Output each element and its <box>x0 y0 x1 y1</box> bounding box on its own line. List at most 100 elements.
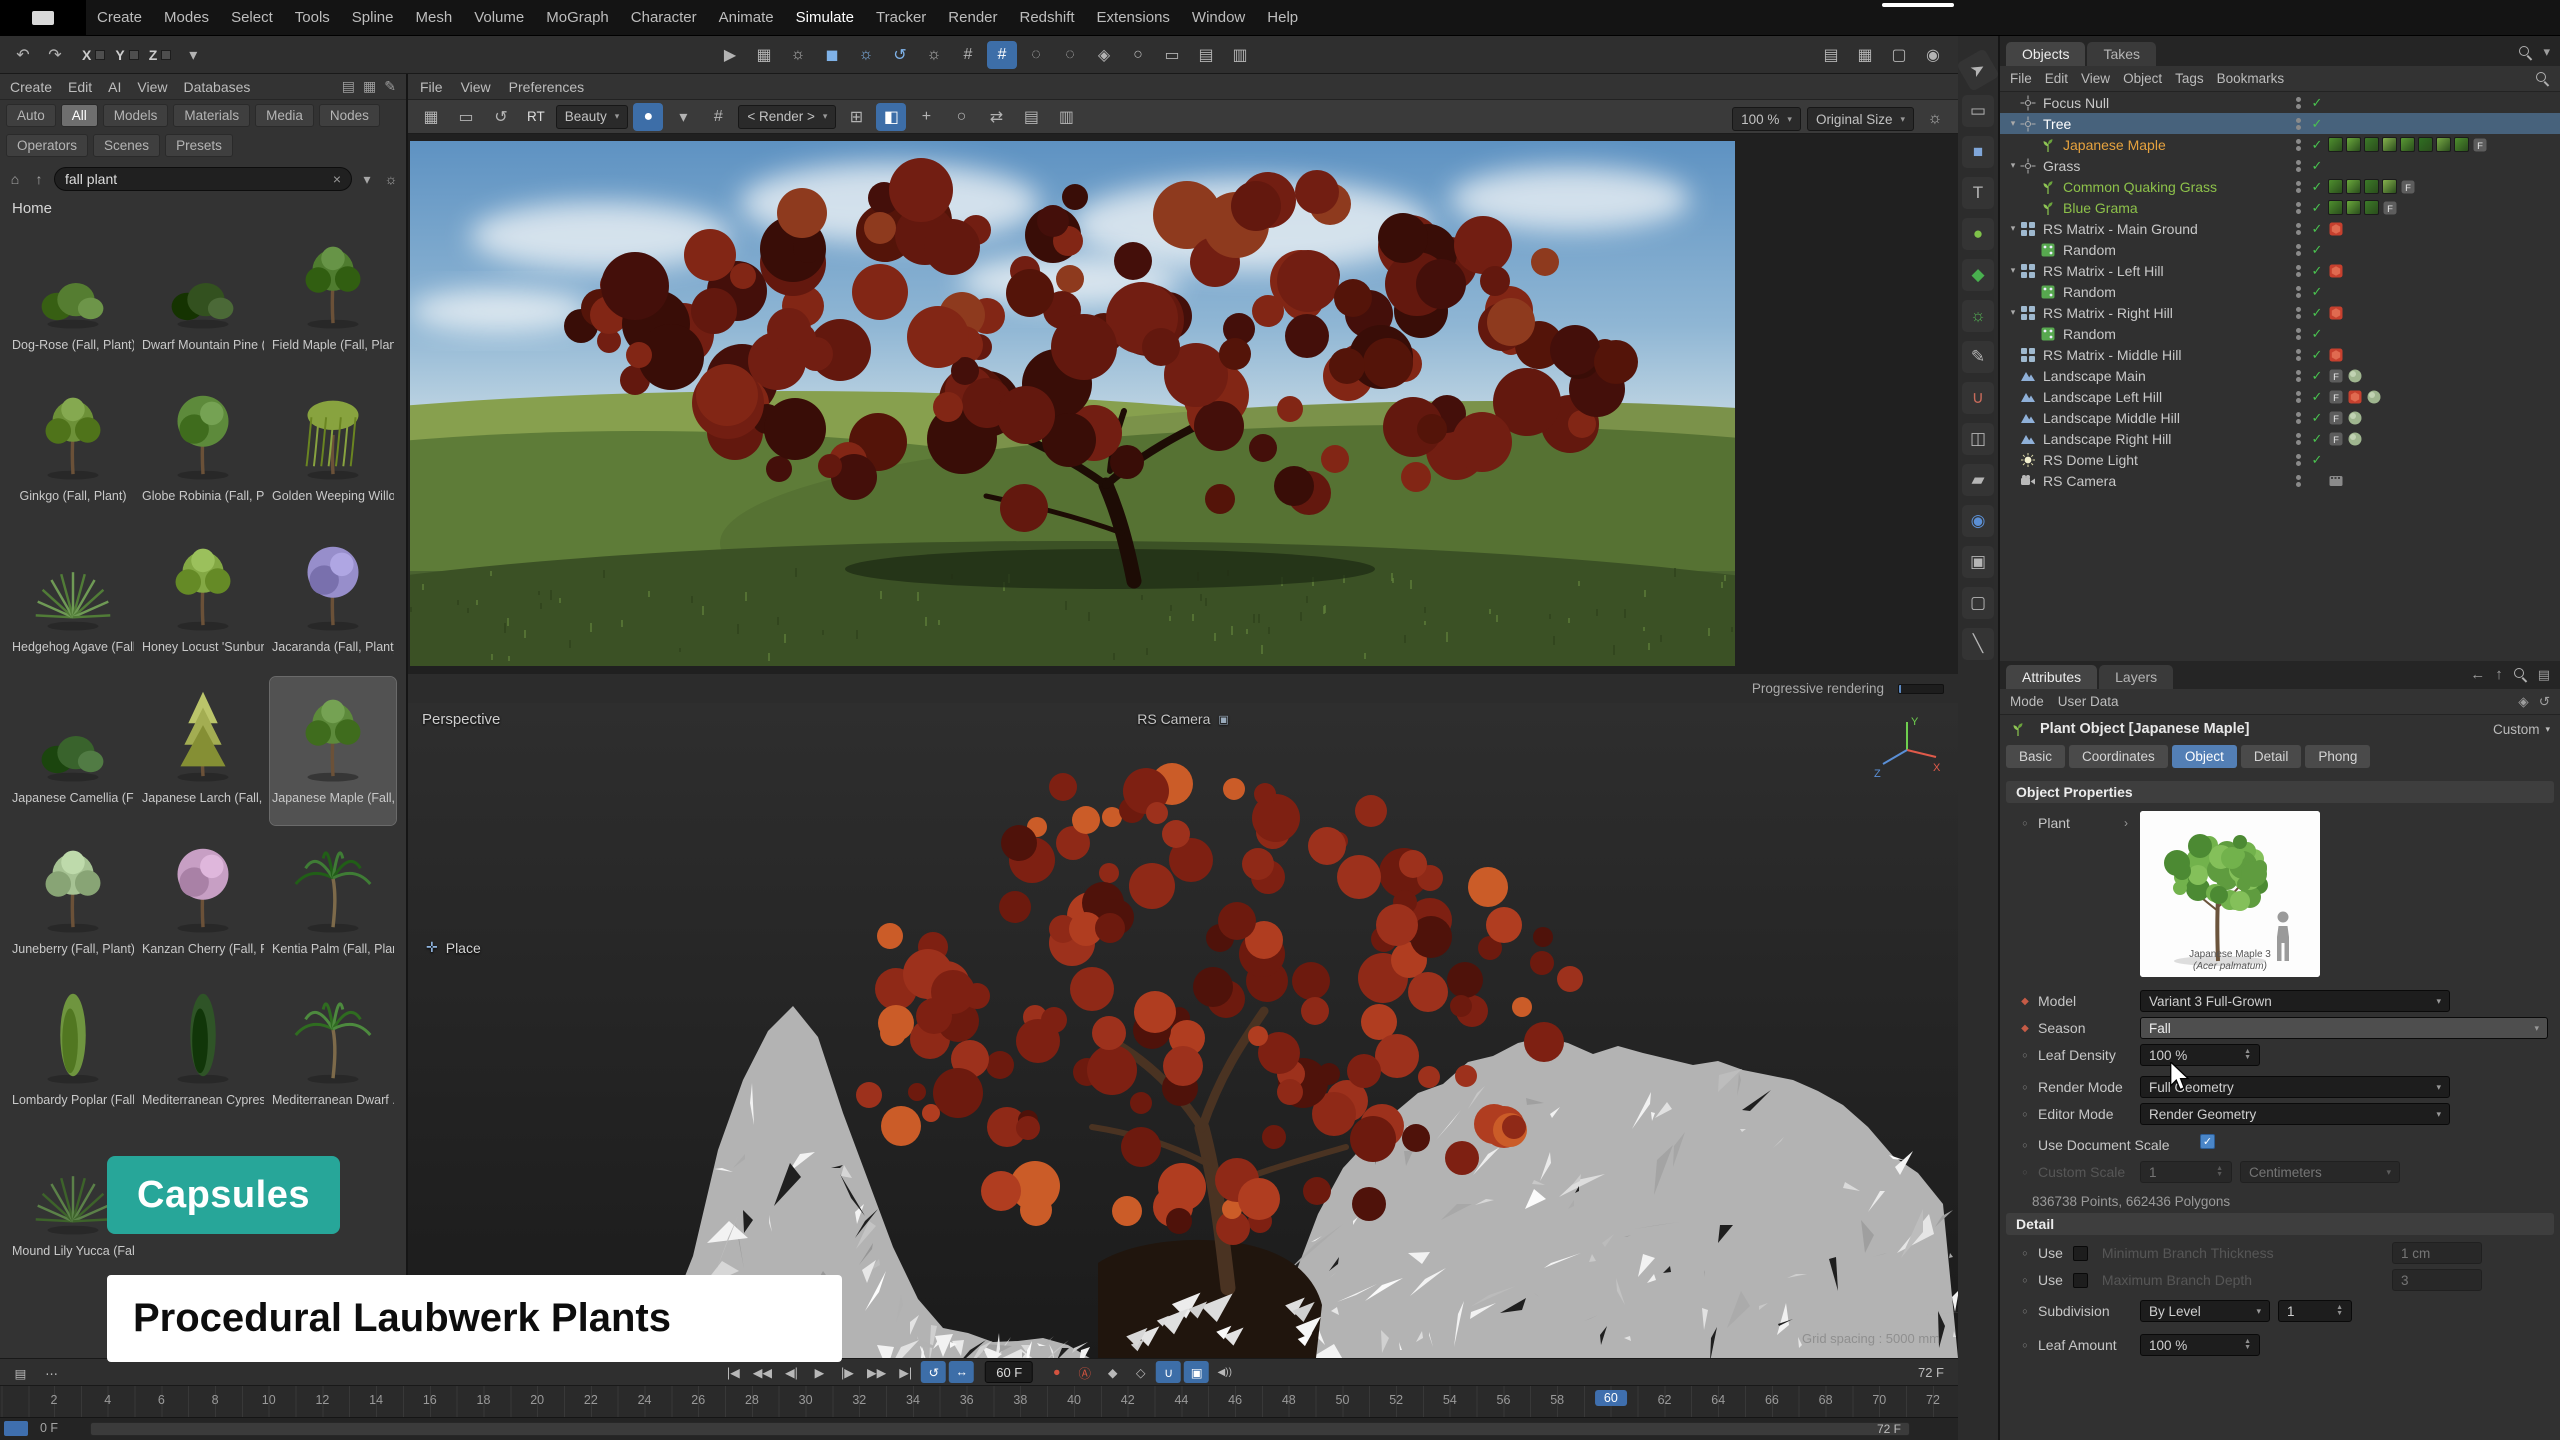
attr-search-icon[interactable] <box>2513 667 2528 682</box>
plant-dot[interactable]: ○ <box>2018 818 2032 828</box>
asset-item-japanese-larch-fall[interactable]: Japanese Larch (Fall, ... <box>140 677 266 825</box>
f-tag-icon[interactable]: F <box>2472 137 2488 153</box>
enable-check-icon[interactable]: ✓ <box>2309 410 2325 426</box>
enable-check-icon[interactable]: ✓ <box>2309 263 2325 279</box>
tab-layers[interactable]: Layers <box>2099 665 2173 689</box>
refresh-icon[interactable]: ↺ <box>486 103 516 131</box>
visibility-dots[interactable] <box>2296 328 2301 340</box>
mirror-tool-icon[interactable]: ◫ <box>1962 423 1994 455</box>
axis-y-toggle[interactable]: Y <box>115 47 138 63</box>
ruler-tick-48[interactable]: 48 <box>1282 1393 1296 1407</box>
ruler-tick-62[interactable]: 62 <box>1658 1393 1672 1407</box>
enable-check-icon[interactable]: ✓ <box>2309 95 2325 111</box>
clear-search-icon[interactable]: × <box>333 171 341 187</box>
f-tag-icon[interactable]: F <box>2400 179 2416 195</box>
content-browser-globe-icon[interactable]: ◉ <box>1918 41 1948 69</box>
loop-button[interactable]: ↺ <box>921 1361 946 1383</box>
render-view-menu-file[interactable]: File <box>420 79 443 95</box>
asset-item-mediterranean-cypres[interactable]: Mediterranean Cypres... <box>140 979 266 1127</box>
keyframe-button[interactable]: ◆ <box>1100 1361 1125 1383</box>
attr-tab-object[interactable]: Object <box>2172 745 2237 768</box>
range-slider[interactable]: 72 F <box>90 1422 1910 1436</box>
rs-tag-icon[interactable] <box>2328 263 2344 279</box>
enable-check-icon[interactable]: ✓ <box>2309 368 2325 384</box>
snap-icon[interactable]: ◈ <box>1089 41 1119 69</box>
visibility-dots[interactable] <box>2296 265 2301 277</box>
perspective-viewport[interactable]: Perspective RS Camera▣ ✛Place Grid spaci… <box>408 703 1958 1358</box>
visibility-dots[interactable] <box>2296 223 2301 235</box>
ruler-tick-68[interactable]: 68 <box>1819 1393 1833 1407</box>
ruler-tick-66[interactable]: 66 <box>1765 1393 1779 1407</box>
mode-menu[interactable]: Mode <box>2010 694 2044 709</box>
ruler-tick-10[interactable]: 10 <box>262 1393 276 1407</box>
enable-check-icon[interactable]: ✓ <box>2309 284 2325 300</box>
channels-dropdown-icon[interactable]: ▾ <box>668 103 698 131</box>
asset-item-golden-weeping-willo[interactable]: Golden Weeping Willo... <box>270 375 396 523</box>
leaf-amount-field[interactable]: 100 %▲▼ <box>2140 1334 2260 1356</box>
viewport-label[interactable]: Perspective <box>422 711 500 728</box>
material-thumbnail[interactable] <box>2346 137 2361 152</box>
rt-toggle[interactable]: RT <box>521 109 551 124</box>
object-row-random[interactable]: Random✓ <box>2000 323 2560 344</box>
om-menu-edit[interactable]: Edit <box>2045 71 2068 86</box>
attr-tab-basic[interactable]: Basic <box>2006 745 2065 768</box>
axis-gizmo[interactable]: Y X Z <box>1870 713 1944 787</box>
simulate-settings-icon[interactable]: ☼ <box>851 41 881 69</box>
visibility-dots[interactable] <box>2296 307 2301 319</box>
expand-arrow-icon[interactable]: ▾ <box>2006 265 2020 276</box>
ruler-tick-54[interactable]: 54 <box>1443 1393 1457 1407</box>
enable-check-icon[interactable]: ✓ <box>2309 347 2325 363</box>
material-thumbnail[interactable] <box>2346 179 2361 194</box>
object-row-random[interactable]: Random✓ <box>2000 239 2560 260</box>
timeline-ruler[interactable]: 2468101214161820222426283032343638404244… <box>0 1386 1958 1418</box>
tab-takes[interactable]: Takes <box>2087 42 2156 66</box>
use-max-checkbox[interactable] <box>2073 1273 2088 1288</box>
sphere-tag-icon[interactable] <box>2366 389 2382 405</box>
object-row-rs-camera[interactable]: RS Camera <box>2000 470 2560 491</box>
enable-check-icon[interactable]: ✓ <box>2309 137 2325 153</box>
asset-menu-view[interactable]: View <box>137 79 167 95</box>
ghost-a-icon[interactable]: ◌ <box>1021 41 1051 69</box>
edit-icon[interactable]: ✎ <box>384 78 396 95</box>
use-min-checkbox[interactable] <box>2073 1246 2088 1261</box>
expand-arrow-icon[interactable]: ▾ <box>2006 307 2020 318</box>
cube-tool-icon[interactable]: ■ <box>1962 136 1994 168</box>
ruler-tick-28[interactable]: 28 <box>745 1393 759 1407</box>
object-row-rs-matrix-middle-hill[interactable]: RS Matrix - Middle Hill✓ <box>2000 344 2560 365</box>
ruler-tick-50[interactable]: 50 <box>1336 1393 1350 1407</box>
ab-swap-icon[interactable]: ⇄ <box>981 103 1011 131</box>
history-icon[interactable]: ↺ <box>2539 694 2550 710</box>
om-menu-bookmarks[interactable]: Bookmarks <box>2217 71 2285 86</box>
autokey-button[interactable]: Ⓐ <box>1072 1361 1097 1383</box>
viewport-camera-label[interactable]: RS Camera▣ <box>1137 711 1229 727</box>
save-image-icon[interactable]: ▦ <box>416 103 446 131</box>
asset-item-kanzan-cherry-fall-pl[interactable]: Kanzan Cherry (Fall, Pl... <box>140 828 266 976</box>
select-tool-icon[interactable]: ➤ <box>1956 48 2000 92</box>
editor-mode-dot[interactable]: ○ <box>2018 1109 2032 1119</box>
ring-icon[interactable]: ○ <box>1123 41 1153 69</box>
up-arrow-icon[interactable]: ↑ <box>2495 666 2503 683</box>
lock-icon[interactable]: ◈ <box>2518 694 2528 710</box>
leaf-amount-dot[interactable]: ○ <box>2018 1340 2032 1350</box>
pass-dropdown[interactable]: Beauty▾ <box>556 105 629 129</box>
object-row-rs-dome-light[interactable]: RS Dome Light✓ <box>2000 449 2560 470</box>
season-dropdown[interactable]: Fall▾ <box>2140 1017 2548 1039</box>
ruler-tick-18[interactable]: 18 <box>477 1393 491 1407</box>
list-view-icon[interactable]: ▦ <box>363 78 376 95</box>
model-dropdown[interactable]: Variant 3 Full-Grown▾ <box>2140 990 2450 1012</box>
leaf-density-dot[interactable]: ○ <box>2018 1050 2032 1060</box>
sphere-tag-icon[interactable] <box>2347 368 2363 384</box>
section-home-label[interactable]: Home <box>12 200 52 217</box>
menu-render[interactable]: Render <box>937 0 1008 36</box>
ruler-tick-14[interactable]: 14 <box>369 1393 383 1407</box>
category-tab-operators[interactable]: Operators <box>6 134 88 157</box>
menu-volume[interactable]: Volume <box>463 0 535 36</box>
expand-arrow-icon[interactable]: ▾ <box>2006 118 2020 129</box>
use-document-scale-checkbox[interactable]: ✓ <box>2200 1134 2215 1149</box>
region-render-icon[interactable]: ▭ <box>451 103 481 131</box>
layout-window-icon[interactable]: ▢ <box>1884 41 1914 69</box>
material-thumbnail[interactable] <box>2454 137 2469 152</box>
sound-toggle-icon[interactable]: ◀)) <box>1212 1361 1237 1383</box>
enable-check-icon[interactable]: ✓ <box>2309 221 2325 237</box>
object-row-grass[interactable]: ▾Grass✓ <box>2000 155 2560 176</box>
